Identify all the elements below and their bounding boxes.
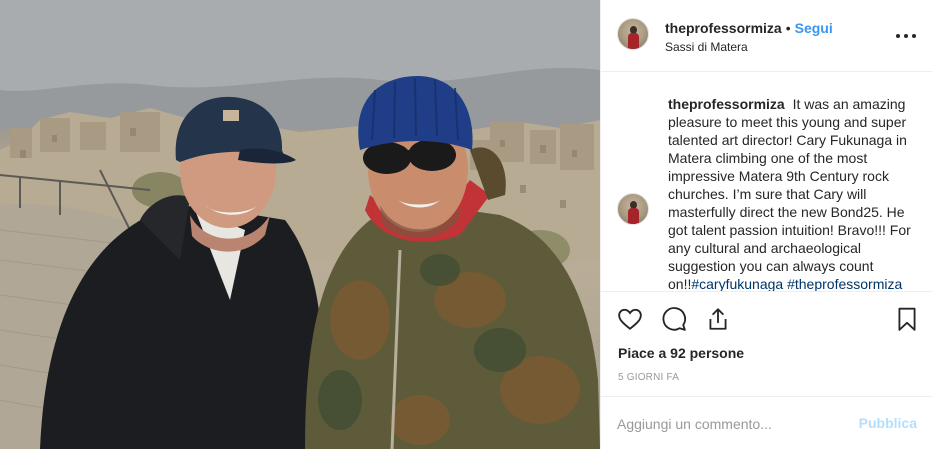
header-text: theprofessormiza • Segui Sassi di Matera [665,19,833,56]
avatar[interactable] [617,18,649,50]
heart-icon[interactable] [617,306,643,332]
caption-avatar[interactable] [617,193,649,225]
share-icon[interactable] [705,306,731,332]
comment-icon[interactable] [661,306,687,332]
comment-form: Pubblica [601,396,932,449]
caption-area: theprofessormiza It was an amazing pleas… [601,73,932,291]
header-username[interactable]: theprofessormiza [665,20,782,36]
hashtag-link[interactable]: #theprofessormiza [787,276,902,291]
more-options-icon[interactable] [896,25,916,45]
caption: theprofessormiza It was an amazing pleas… [668,95,924,291]
post-header: theprofessormiza • Segui Sassi di Matera [601,0,932,72]
action-bar [601,291,932,349]
header-row: theprofessormiza • Segui [665,19,833,37]
caption-username[interactable]: theprofessormiza [668,96,785,112]
publish-button[interactable]: Pubblica [859,415,917,431]
photo-scene [0,0,600,449]
location-link[interactable]: Sassi di Matera [665,38,833,56]
post-timestamp[interactable]: 5 GIORNI FA [618,372,679,383]
follow-button[interactable]: Segui [795,20,833,36]
post-photo[interactable] [0,0,600,449]
likes-count[interactable]: Piace a 92 persone [618,345,744,361]
hashtag-link[interactable]: #caryfukunaga [691,276,783,291]
caption-text: It was an amazing pleasure to meet this … [668,96,911,291]
header-separator: • [785,20,791,36]
comment-input[interactable] [617,413,837,435]
post-panel: theprofessormiza • Segui Sassi di Matera t… [600,0,932,449]
bookmark-icon[interactable] [894,306,920,332]
